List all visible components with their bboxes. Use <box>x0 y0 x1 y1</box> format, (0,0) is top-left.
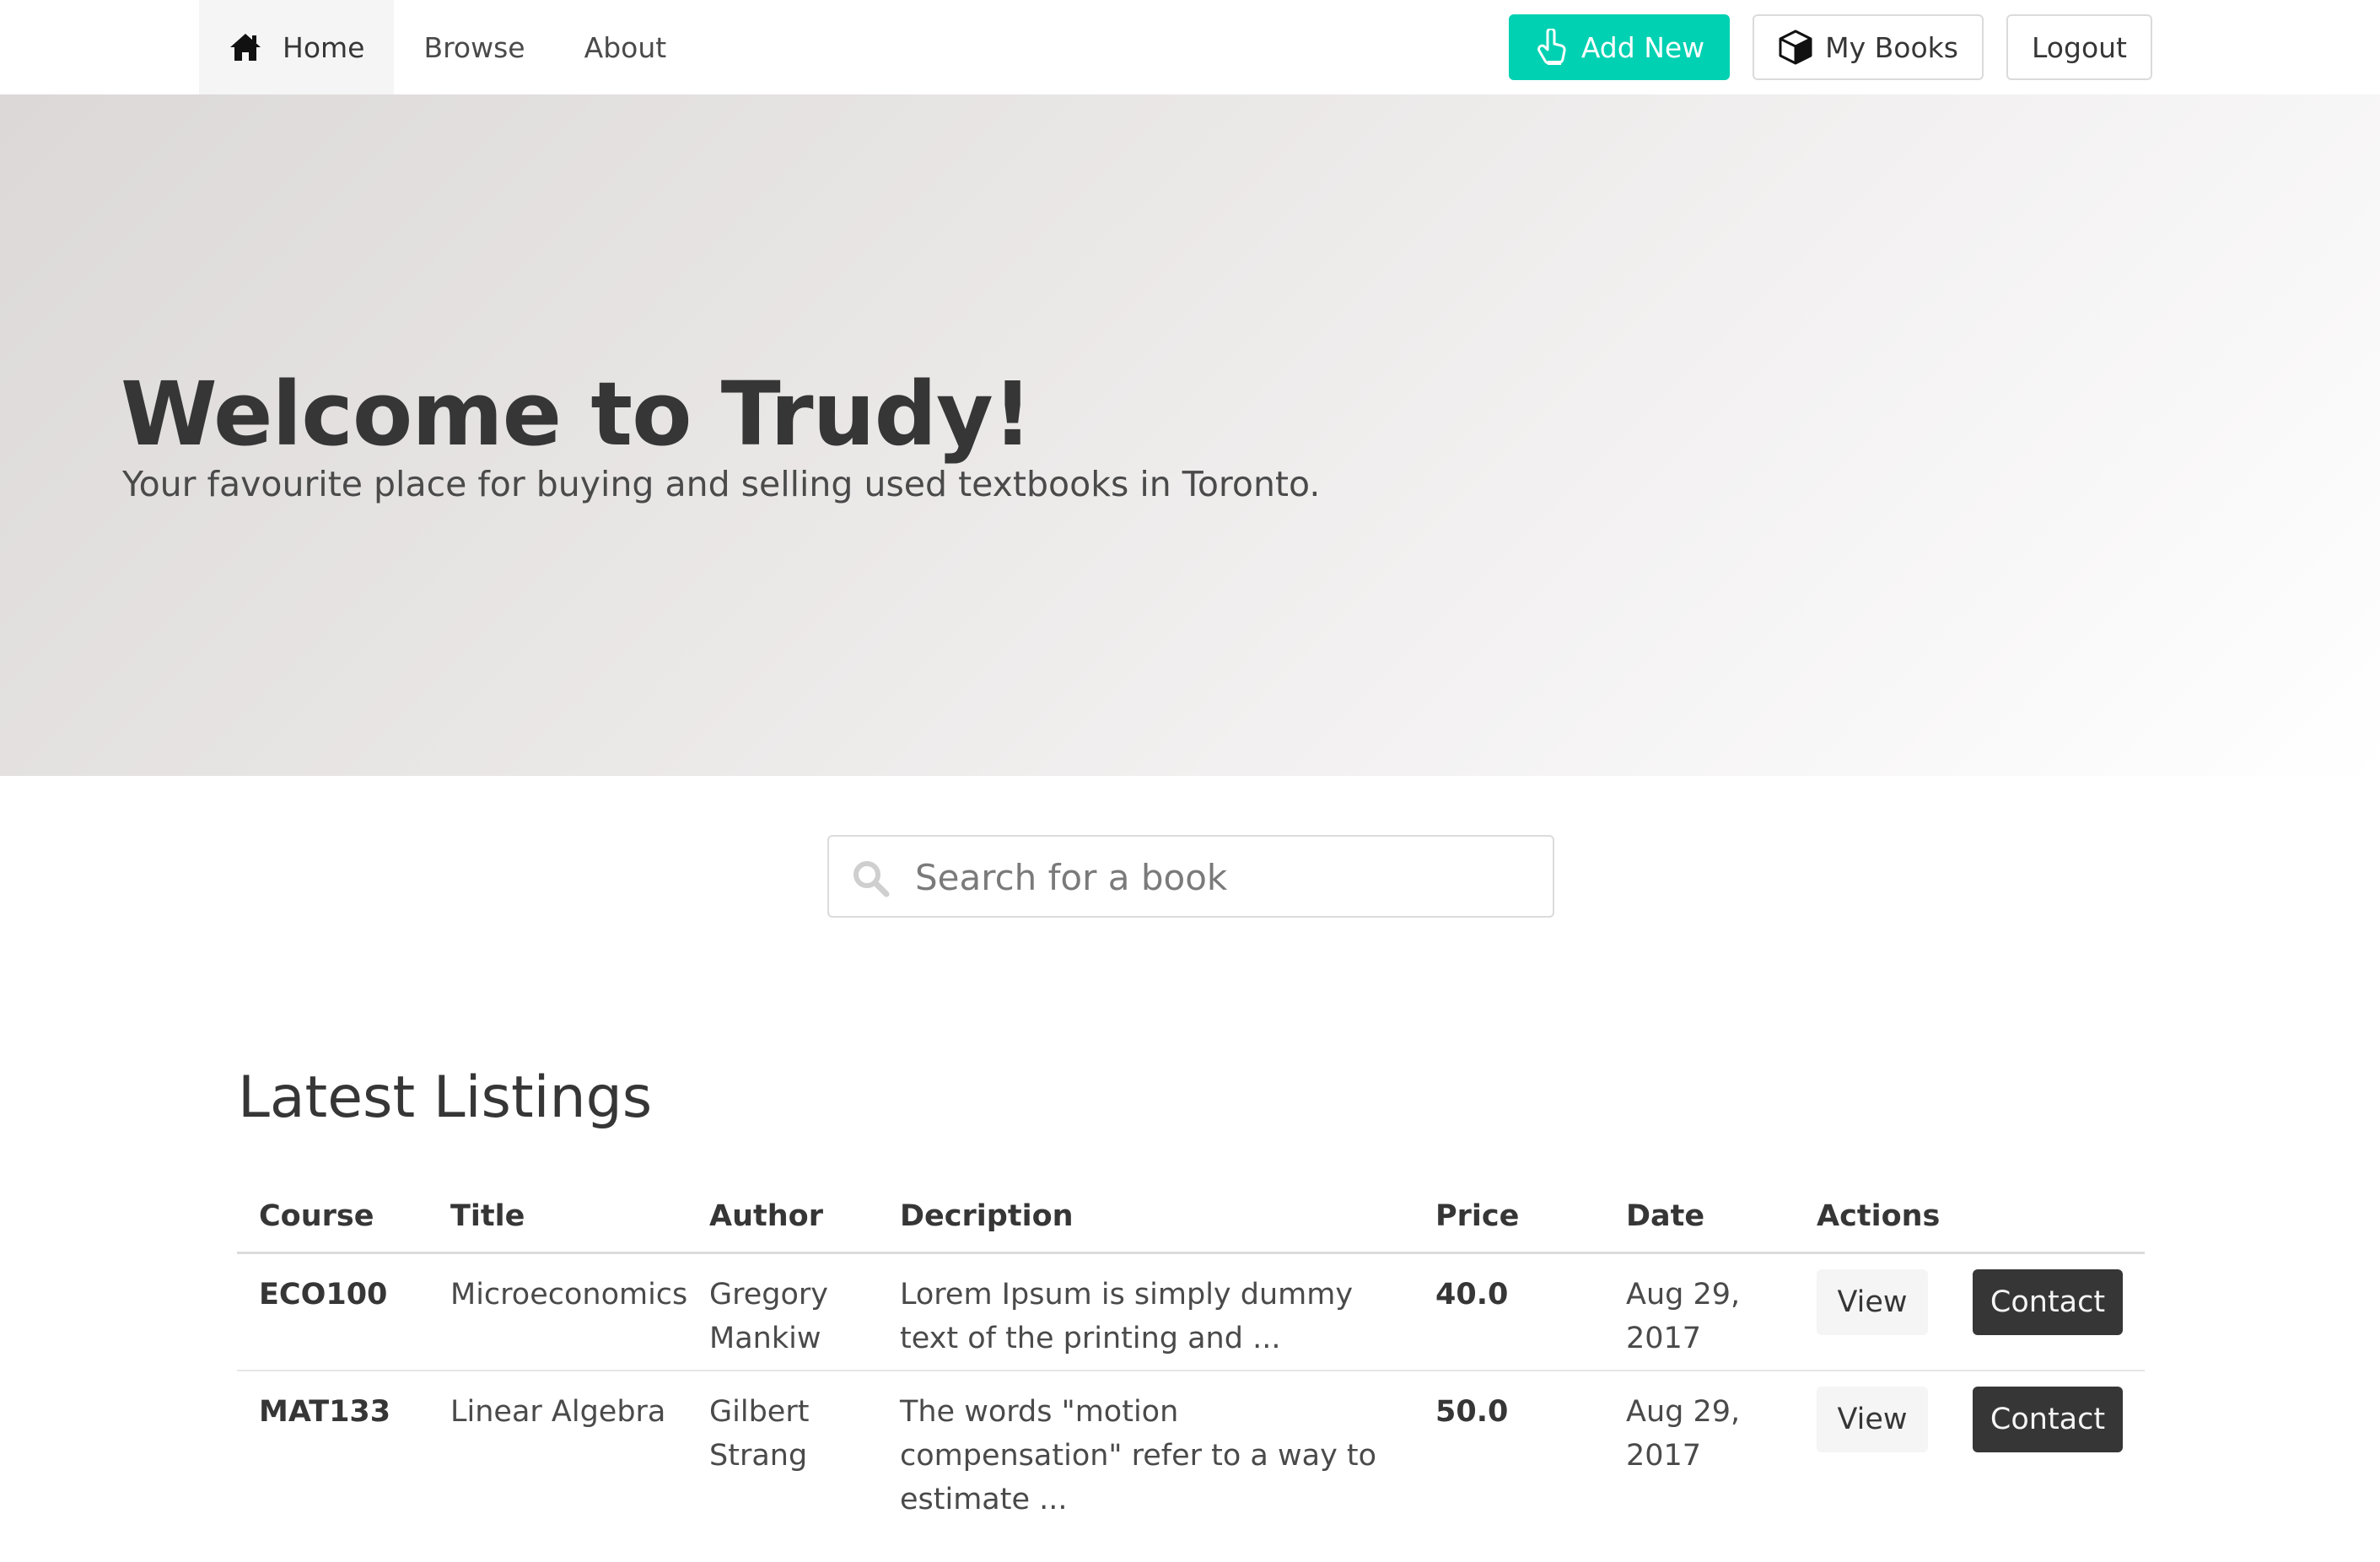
nav-item-label: Home <box>283 30 365 64</box>
hero-banner: Welcome to Trudy! Your favourite place f… <box>0 94 2380 776</box>
column-header-description: Decription <box>900 1199 1074 1233</box>
table-row: ECO100 Microeconomics Gregory Mankiw Lor… <box>237 1254 2145 1371</box>
cube-icon <box>1778 29 1813 66</box>
logout-label: Logout <box>2032 30 2127 64</box>
cell-description: The words "motion compensation" refer to… <box>900 1395 1377 1516</box>
table-header: Course Title Author Decription Price Dat… <box>237 1181 2145 1254</box>
column-header-title: Title <box>450 1199 525 1233</box>
my-books-button[interactable]: My Books <box>1753 14 1984 80</box>
nav-menu: Home Browse About <box>199 0 696 94</box>
cell-title: Microeconomics <box>450 1278 688 1312</box>
contact-button[interactable]: Contact <box>1973 1387 2123 1452</box>
navbar: Home Browse About Add New My Books Logou… <box>0 0 2380 94</box>
search-icon <box>851 859 890 897</box>
column-header-course: Course <box>259 1199 374 1233</box>
nav-item-browse[interactable]: Browse <box>394 0 554 94</box>
hero-subtitle: Your favourite place for buying and sell… <box>122 464 1321 504</box>
table-row: MAT133 Linear Algebra Gilbert Strang The… <box>237 1371 2145 1516</box>
nav-item-label: About <box>584 30 667 64</box>
cell-course: ECO100 <box>259 1278 388 1312</box>
hero-title: Welcome to Trudy! <box>121 363 1032 466</box>
nav-item-home[interactable]: Home <box>199 0 395 94</box>
cell-course: MAT133 <box>259 1395 391 1429</box>
cell-author: Gregory Mankiw <box>709 1278 829 1355</box>
view-button[interactable]: View <box>1817 1269 1928 1335</box>
add-new-button[interactable]: Add New <box>1508 14 1731 80</box>
column-header-price: Price <box>1435 1199 1520 1233</box>
cell-date: Aug 29, 2017 <box>1626 1278 1741 1355</box>
search-box <box>827 835 1554 918</box>
cell-description: Lorem Ipsum is simply dummy text of the … <box>900 1278 1354 1355</box>
latest-listings-title: Latest Listings <box>238 1064 653 1131</box>
cell-price: 50.0 <box>1435 1395 1509 1429</box>
add-new-label: Add New <box>1580 30 1705 64</box>
column-header-actions: Actions <box>1817 1199 1941 1233</box>
cell-price: 40.0 <box>1435 1278 1509 1312</box>
cell-date: Aug 29, 2017 <box>1626 1395 1741 1473</box>
column-header-date: Date <box>1626 1199 1705 1233</box>
contact-button[interactable]: Contact <box>1973 1269 2123 1335</box>
logout-button[interactable]: Logout <box>2006 14 2152 80</box>
nav-actions: Add New My Books Logout <box>1508 14 2152 80</box>
view-button[interactable]: View <box>1817 1387 1928 1452</box>
pointing-hand-icon <box>1534 27 1570 66</box>
listings-table: Course Title Author Decription Price Dat… <box>237 1181 2145 1516</box>
nav-item-about[interactable]: About <box>555 0 697 94</box>
my-books-label: My Books <box>1825 30 1958 64</box>
search-input[interactable] <box>913 837 1541 918</box>
home-icon <box>229 32 262 62</box>
column-header-author: Author <box>709 1199 823 1233</box>
nav-item-label: Browse <box>423 30 525 64</box>
cell-title: Linear Algebra <box>450 1395 666 1429</box>
cell-author: Gilbert Strang <box>709 1395 810 1473</box>
